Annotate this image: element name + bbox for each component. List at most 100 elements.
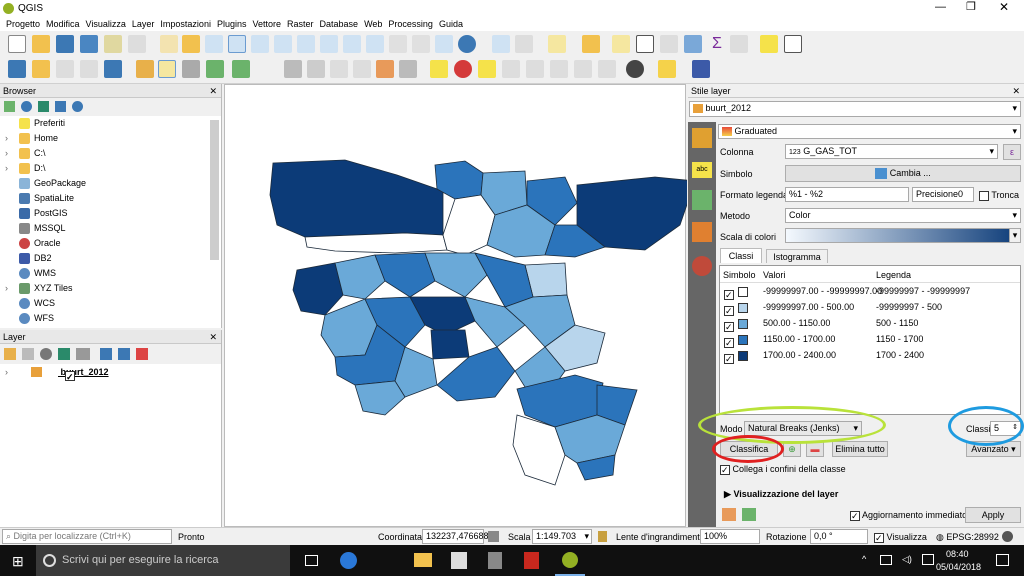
zoom-full-icon[interactable] — [274, 35, 292, 53]
browser-item-spatialite[interactable]: SpatiaLite — [0, 191, 221, 206]
minimize-icon[interactable]: — — [935, 1, 946, 13]
browser-item-c[interactable]: › C:\ — [0, 146, 221, 161]
class-swatch[interactable] — [738, 335, 748, 345]
pan-icon[interactable] — [160, 35, 178, 53]
text-annotation-icon[interactable] — [784, 35, 802, 53]
add-feature-icon[interactable] — [206, 60, 224, 78]
class-values[interactable]: -99999997.00 - 500.00 — [763, 300, 854, 315]
layer-rendering-section[interactable]: ▶ Visualizzazione del layer — [724, 487, 838, 501]
delete-all-button[interactable]: Elimina tutto — [832, 441, 888, 457]
browser-scrollbar[interactable] — [210, 120, 219, 260]
cut-icon[interactable] — [307, 60, 325, 78]
lock-icon[interactable] — [598, 531, 607, 542]
keyboard-icon[interactable] — [922, 554, 934, 565]
collapse-arrow-icon[interactable]: ▶ — [724, 489, 731, 499]
browser-item-wms[interactable]: WMS — [0, 266, 221, 281]
trim-option[interactable]: Tronca — [979, 188, 1019, 202]
tray-chevron-icon[interactable]: ^ — [862, 554, 866, 564]
add-line-icon[interactable] — [80, 60, 98, 78]
filter-icon[interactable] — [38, 101, 49, 112]
magnifier-spinbox[interactable]: 100% — [700, 529, 760, 544]
class-legend[interactable]: -99999997 - 500 — [876, 300, 942, 315]
menu-plugins[interactable]: Plugins — [217, 17, 247, 31]
bookmark-icon[interactable] — [435, 35, 453, 53]
toggle-editing-icon[interactable] — [158, 60, 176, 78]
attribute-table-icon[interactable] — [636, 35, 654, 53]
class-checkbox[interactable] — [724, 304, 734, 319]
vertex-tool-icon[interactable] — [232, 60, 250, 78]
browser-item-wfs[interactable]: WFS — [0, 311, 221, 326]
undo-icon[interactable] — [376, 60, 394, 78]
highlight-labels-icon[interactable] — [502, 60, 520, 78]
change-label-icon[interactable] — [574, 60, 592, 78]
edge-icon[interactable] — [340, 552, 357, 569]
diagram-icon[interactable] — [454, 60, 472, 78]
redo-icon[interactable] — [399, 60, 417, 78]
qgis-taskbar-icon[interactable] — [562, 552, 578, 568]
class-checkbox[interactable] — [724, 352, 734, 367]
paste-icon[interactable] — [353, 60, 371, 78]
class-legend[interactable]: 500 - 1150 — [876, 316, 918, 331]
expand-arrow-icon[interactable]: › — [5, 281, 8, 296]
new-project-icon[interactable] — [8, 35, 26, 53]
add-raster-icon[interactable] — [104, 60, 122, 78]
method-selector[interactable]: Color ▾ — [785, 208, 1021, 223]
chevron-down-icon[interactable]: ▾ — [1009, 228, 1021, 243]
refresh-browser-icon[interactable] — [21, 101, 32, 112]
class-row[interactable]: -99999997.00 - 500.00 -99999997 - 500 — [720, 300, 1020, 319]
eye-icon[interactable] — [40, 348, 52, 360]
collapse-icon[interactable] — [55, 101, 66, 112]
class-swatch[interactable] — [738, 303, 748, 313]
map-tips-icon[interactable] — [760, 35, 778, 53]
new-map-view-icon[interactable] — [389, 35, 407, 53]
copy-icon[interactable] — [330, 60, 348, 78]
volume-icon[interactable]: ◁) — [902, 554, 912, 565]
browser-item-postgis[interactable]: PostGIS — [0, 206, 221, 221]
class-legend[interactable]: 1150 - 1700 — [876, 332, 923, 347]
open-project-icon[interactable] — [32, 35, 50, 53]
class-values[interactable]: 1700.00 - 2400.00 — [763, 348, 836, 363]
maximize-icon[interactable]: ❐ — [966, 0, 976, 13]
menu-layer[interactable]: Layer — [132, 17, 155, 31]
add-group-icon[interactable] — [22, 348, 34, 360]
add-selected-icon[interactable] — [4, 101, 15, 112]
class-values[interactable]: 1150.00 - 1700.00 — [763, 332, 835, 347]
layout-manager-icon[interactable] — [128, 35, 146, 53]
class-checkbox[interactable] — [724, 288, 734, 303]
live-update-checkbox[interactable] — [850, 509, 860, 523]
expand-arrow-icon[interactable]: › — [5, 161, 8, 176]
close-icon[interactable]: ✕ — [999, 0, 1009, 14]
store-icon[interactable] — [451, 552, 467, 569]
precision-spinbox[interactable]: Precisione0 — [912, 187, 974, 202]
browser-item-oracle[interactable]: Oracle — [0, 236, 221, 251]
menu-modifica[interactable]: Modifica — [46, 17, 80, 31]
class-values[interactable]: -99999997.00 - -99999997.00 — [763, 284, 882, 299]
digitize-icon[interactable] — [8, 60, 26, 78]
map-canvas[interactable] — [224, 84, 687, 527]
browser-item-d[interactable]: › D:\ — [0, 161, 221, 176]
deselect-icon[interactable] — [612, 35, 630, 53]
class-checkbox[interactable] — [724, 320, 734, 335]
render-checkbox[interactable] — [874, 531, 884, 545]
layer-item-buurt[interactable]: › buurt_2012 — [0, 364, 221, 385]
diagrams-tab-icon[interactable] — [692, 222, 712, 242]
menu-visualizza[interactable]: Visualizza — [86, 17, 126, 31]
color-ramp-selector[interactable]: ▾ — [785, 228, 1021, 243]
locator-input[interactable]: ⌕ Digita per localizzare (Ctrl+K) — [2, 529, 172, 544]
histogram-tab[interactable]: Istogramma — [766, 249, 828, 263]
expand-all-icon[interactable] — [100, 348, 112, 360]
delete-selected-icon[interactable] — [284, 60, 302, 78]
action-icon[interactable] — [515, 35, 533, 53]
info-icon[interactable] — [72, 101, 83, 112]
gps-icon[interactable] — [626, 60, 644, 78]
task-view-icon[interactable] — [305, 555, 318, 566]
browser-item-geopackage[interactable]: GeoPackage — [0, 176, 221, 191]
expand-arrow-icon[interactable]: › — [5, 131, 8, 146]
style-brush-icon[interactable] — [4, 348, 16, 360]
legend-format-input[interactable]: %1 - %2 — [785, 187, 909, 202]
menu-database[interactable]: Database — [320, 17, 359, 31]
zoom-out-icon[interactable] — [228, 35, 246, 53]
link-bounds-option[interactable]: Collega i confini della classe — [720, 462, 846, 477]
calculator-icon[interactable] — [488, 552, 502, 569]
labels-tab-icon[interactable]: abc — [692, 162, 712, 178]
